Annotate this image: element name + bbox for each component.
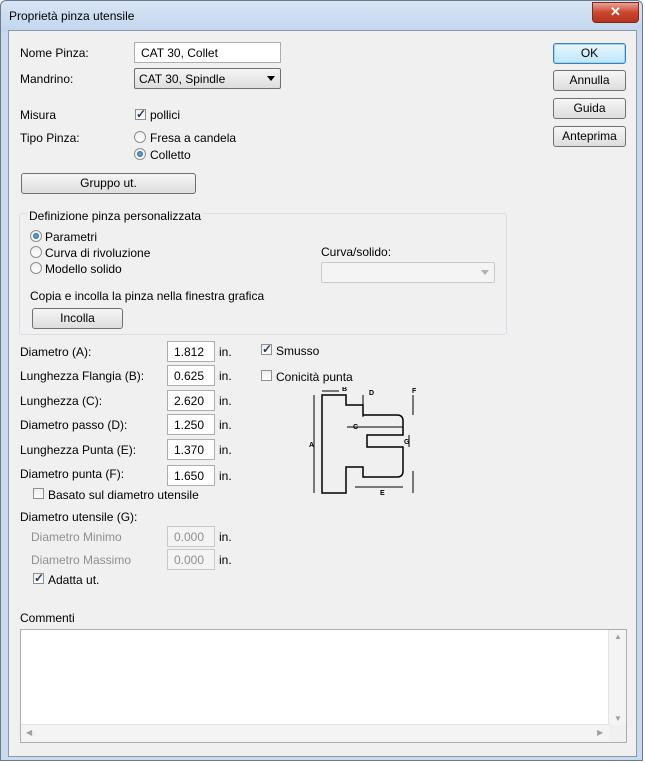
chamfer-checkbox[interactable]: ✓	[261, 342, 273, 356]
diagram-label-b: B	[342, 387, 347, 393]
diagram-label-f: F	[412, 388, 417, 395]
dialog-client: Nome Pinza: CAT 30, Collet Mandrino: CAT…	[8, 30, 637, 757]
cancel-button[interactable]: Annulla	[553, 70, 626, 91]
comments-vertical-scrollbar[interactable]: ▲ ▼	[608, 630, 626, 725]
custom-params-radio[interactable]	[30, 230, 42, 242]
type-endmill-label: Fresa a candela	[150, 131, 237, 145]
type-collet-label: Colletto	[150, 148, 191, 162]
tool-diameter-label: Diametro utensile (G):	[20, 510, 138, 524]
chevron-down-icon	[267, 76, 275, 81]
curve-solid-label: Curva/solido:	[321, 245, 392, 259]
preview-button[interactable]: Anteprima	[553, 126, 626, 147]
custom-curve-label: Curva di rivoluzione	[45, 246, 151, 260]
param-input[interactable]: 0.625	[167, 365, 215, 386]
comments-horizontal-scrollbar[interactable]: ◀ ▶	[21, 724, 609, 742]
max-diameter-input[interactable]: 0.000	[167, 549, 215, 570]
param-input[interactable]: 1.370	[167, 439, 215, 460]
help-button[interactable]: Guida	[553, 98, 626, 119]
param-input[interactable]: 2.620	[167, 390, 215, 411]
close-button[interactable]: ✕	[592, 2, 639, 23]
custom-solid-radio[interactable]	[30, 262, 42, 274]
fit-tool-label: Adatta ut.	[48, 573, 100, 587]
radio-selected-dot	[137, 151, 143, 157]
ok-button[interactable]: OK	[553, 43, 626, 64]
copy-paste-text: Copia e incolla la pinza nella finestra …	[30, 289, 265, 303]
dialog-window: Proprietà pinza utensile ✕ Nome Pinza: C…	[0, 0, 643, 761]
fit-tool-checkbox[interactable]: ✓	[33, 571, 45, 585]
inches-checkbox[interactable]: ✓	[135, 107, 147, 121]
based-on-tool-label: Basato sul diametro utensile	[48, 488, 199, 502]
param-unit: in.	[219, 394, 232, 408]
checkmark-icon: ✓	[262, 342, 273, 356]
curve-solid-select[interactable]	[321, 262, 495, 283]
scroll-down-icon[interactable]: ▼	[614, 714, 622, 723]
custom-collet-group-title: Definizione pinza personalizzata	[27, 209, 204, 223]
param-label: Lunghezza Flangia (B):	[20, 369, 145, 383]
checkmark-icon: ✓	[34, 571, 45, 585]
param-unit: in.	[219, 418, 232, 432]
max-diameter-unit: in.	[219, 553, 232, 567]
param-unit: in.	[219, 469, 232, 483]
param-input[interactable]: 1.812	[167, 341, 215, 362]
chamfer-label: Smusso	[276, 344, 320, 358]
param-label: Lunghezza (C):	[20, 394, 103, 408]
tool-group-button[interactable]: Gruppo ut.	[21, 173, 196, 194]
param-label: Diametro punta (F):	[20, 467, 125, 481]
collet-type-label: Tipo Pinza:	[20, 131, 80, 145]
taper-label: Conicità punta	[276, 370, 353, 384]
type-collet-radio[interactable]	[134, 148, 146, 160]
param-input[interactable]: 1.250	[167, 414, 215, 435]
param-label: Lunghezza Punta (E):	[20, 443, 137, 457]
scroll-right-icon[interactable]: ▶	[597, 728, 603, 737]
spindle-select[interactable]: CAT 30, Spindle	[134, 68, 281, 89]
param-label: Diametro (A):	[20, 345, 92, 359]
comments-textarea[interactable]: ▲ ▼ ◀ ▶	[20, 629, 627, 743]
scrollbar-corner	[609, 725, 626, 742]
type-endmill-radio[interactable]	[134, 131, 146, 143]
spindle-select-value: CAT 30, Spindle	[139, 72, 226, 86]
param-unit: in.	[219, 345, 232, 359]
collet-name-input[interactable]: CAT 30, Collet	[134, 42, 281, 63]
radio-selected-dot	[33, 233, 39, 239]
taper-checkbox[interactable]	[261, 370, 272, 381]
diagram-label-d: D	[369, 390, 374, 397]
min-diameter-label: Diametro Minimo	[31, 530, 122, 544]
chevron-down-icon	[481, 270, 489, 275]
checkmark-icon: ✓	[136, 107, 147, 121]
scroll-left-icon[interactable]: ◀	[26, 728, 32, 737]
scroll-up-icon[interactable]: ▲	[614, 632, 622, 641]
min-diameter-input[interactable]: 0.000	[167, 526, 215, 547]
inches-label: pollici	[150, 108, 181, 122]
title-bar[interactable]: Proprietà pinza utensile ✕	[1, 1, 642, 31]
diagram-label-g: G	[404, 439, 410, 446]
param-label: Diametro passo (D):	[20, 418, 128, 432]
param-unit: in.	[219, 369, 232, 383]
param-unit: in.	[219, 443, 232, 457]
collet-name-label: Nome Pinza:	[20, 46, 89, 60]
based-on-tool-checkbox[interactable]	[33, 488, 44, 499]
paste-button[interactable]: Incolla	[32, 308, 123, 329]
collet-diagram: A B C D E F G	[309, 387, 417, 497]
comments-label: Commenti	[20, 611, 75, 625]
custom-params-label: Parametri	[45, 230, 98, 244]
diagram-label-c: C	[353, 424, 358, 431]
measure-label: Misura	[20, 108, 57, 122]
custom-curve-radio[interactable]	[30, 246, 42, 258]
spindle-label: Mandrino:	[20, 72, 74, 86]
min-diameter-unit: in.	[219, 530, 232, 544]
diagram-label-a: A	[309, 442, 314, 449]
window-title: Proprietà pinza utensile	[9, 9, 135, 23]
max-diameter-label: Diametro Massimo	[31, 553, 132, 567]
custom-solid-label: Modello solido	[45, 262, 122, 276]
param-input[interactable]: 1.650	[167, 465, 215, 486]
diagram-label-e: E	[380, 490, 385, 497]
